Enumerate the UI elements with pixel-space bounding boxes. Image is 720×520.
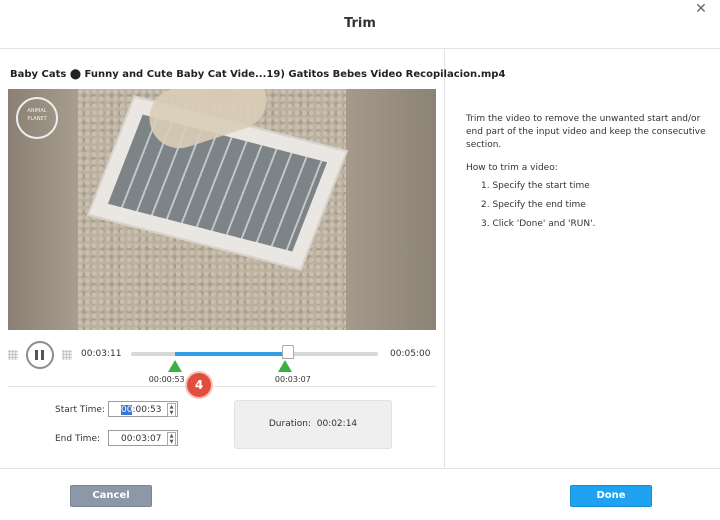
help-description: Trim the video to remove the unwanted st… [466,114,706,150]
howto-step: 3. Click 'Done' and 'RUN'. [481,219,596,229]
current-time: 00:03:11 [81,349,122,359]
done-button[interactable]: Done [570,485,652,507]
start-time-hours: 00 [121,405,133,415]
start-trim-handle[interactable] [167,360,182,372]
pause-button[interactable] [26,341,54,369]
close-icon[interactable]: ✕ [694,2,708,16]
duration-box: Duration: 00:02:14 [234,400,392,449]
start-time-input[interactable]: 00:00:53 ▲ ▼ [108,401,178,417]
start-time-label: Start Time: [55,405,105,415]
step-badge: 4 [187,373,211,397]
end-time-value: 00:03:07 [121,434,162,444]
end-time-label: End Time: [55,434,101,444]
playback-controls: 00:03:11 00:00:53 00:03:07 00:05:00 [0,337,444,384]
start-time-stepper-icon[interactable]: ▲ ▼ [167,403,176,417]
end-time-stepper-icon[interactable]: ▲ ▼ [167,432,176,446]
duration-value: 00:02:14 [316,419,358,429]
end-trim-handle[interactable] [277,360,292,372]
animal-planet-logo: ANIMAL PLANET [16,97,58,139]
dialog-footer: Cancel Done [0,468,720,520]
dialog-title: Trim [344,16,376,31]
start-time-rest: :00:53 [132,405,162,415]
howto-step: 2. Specify the end time [481,200,586,210]
total-time: 00:05:00 [390,349,431,359]
video-scene-right [346,89,436,330]
logo-text: ANIMAL PLANET [27,108,47,122]
pause-icon-bar [41,350,44,360]
pause-icon [35,350,38,360]
video-preview[interactable]: ANIMAL PLANET [8,89,436,330]
end-time-input[interactable]: 00:03:07 ▲ ▼ [108,430,178,446]
end-marker-time: 00:03:07 [274,375,311,384]
trim-panel: Baby Cats ⬤ Funny and Cute Baby Cat Vide… [0,49,505,468]
grip-icon [8,350,18,360]
help-panel: Trim the video to remove the unwanted st… [445,49,720,468]
grip-icon [62,350,72,360]
selected-range [174,352,285,356]
howto-title: How to trim a video: [466,163,558,173]
howto-step: 1. Specify the start time [481,181,590,191]
divider [8,386,436,387]
cancel-button[interactable]: Cancel [70,485,152,507]
playhead-handle[interactable] [282,345,295,359]
duration-label: Duration: [268,419,311,429]
dialog-header: Trim ✕ [0,0,720,49]
start-marker-time: 00:00:53 [148,375,185,384]
video-filename: Baby Cats ⬤ Funny and Cute Baby Cat Vide… [10,69,506,80]
